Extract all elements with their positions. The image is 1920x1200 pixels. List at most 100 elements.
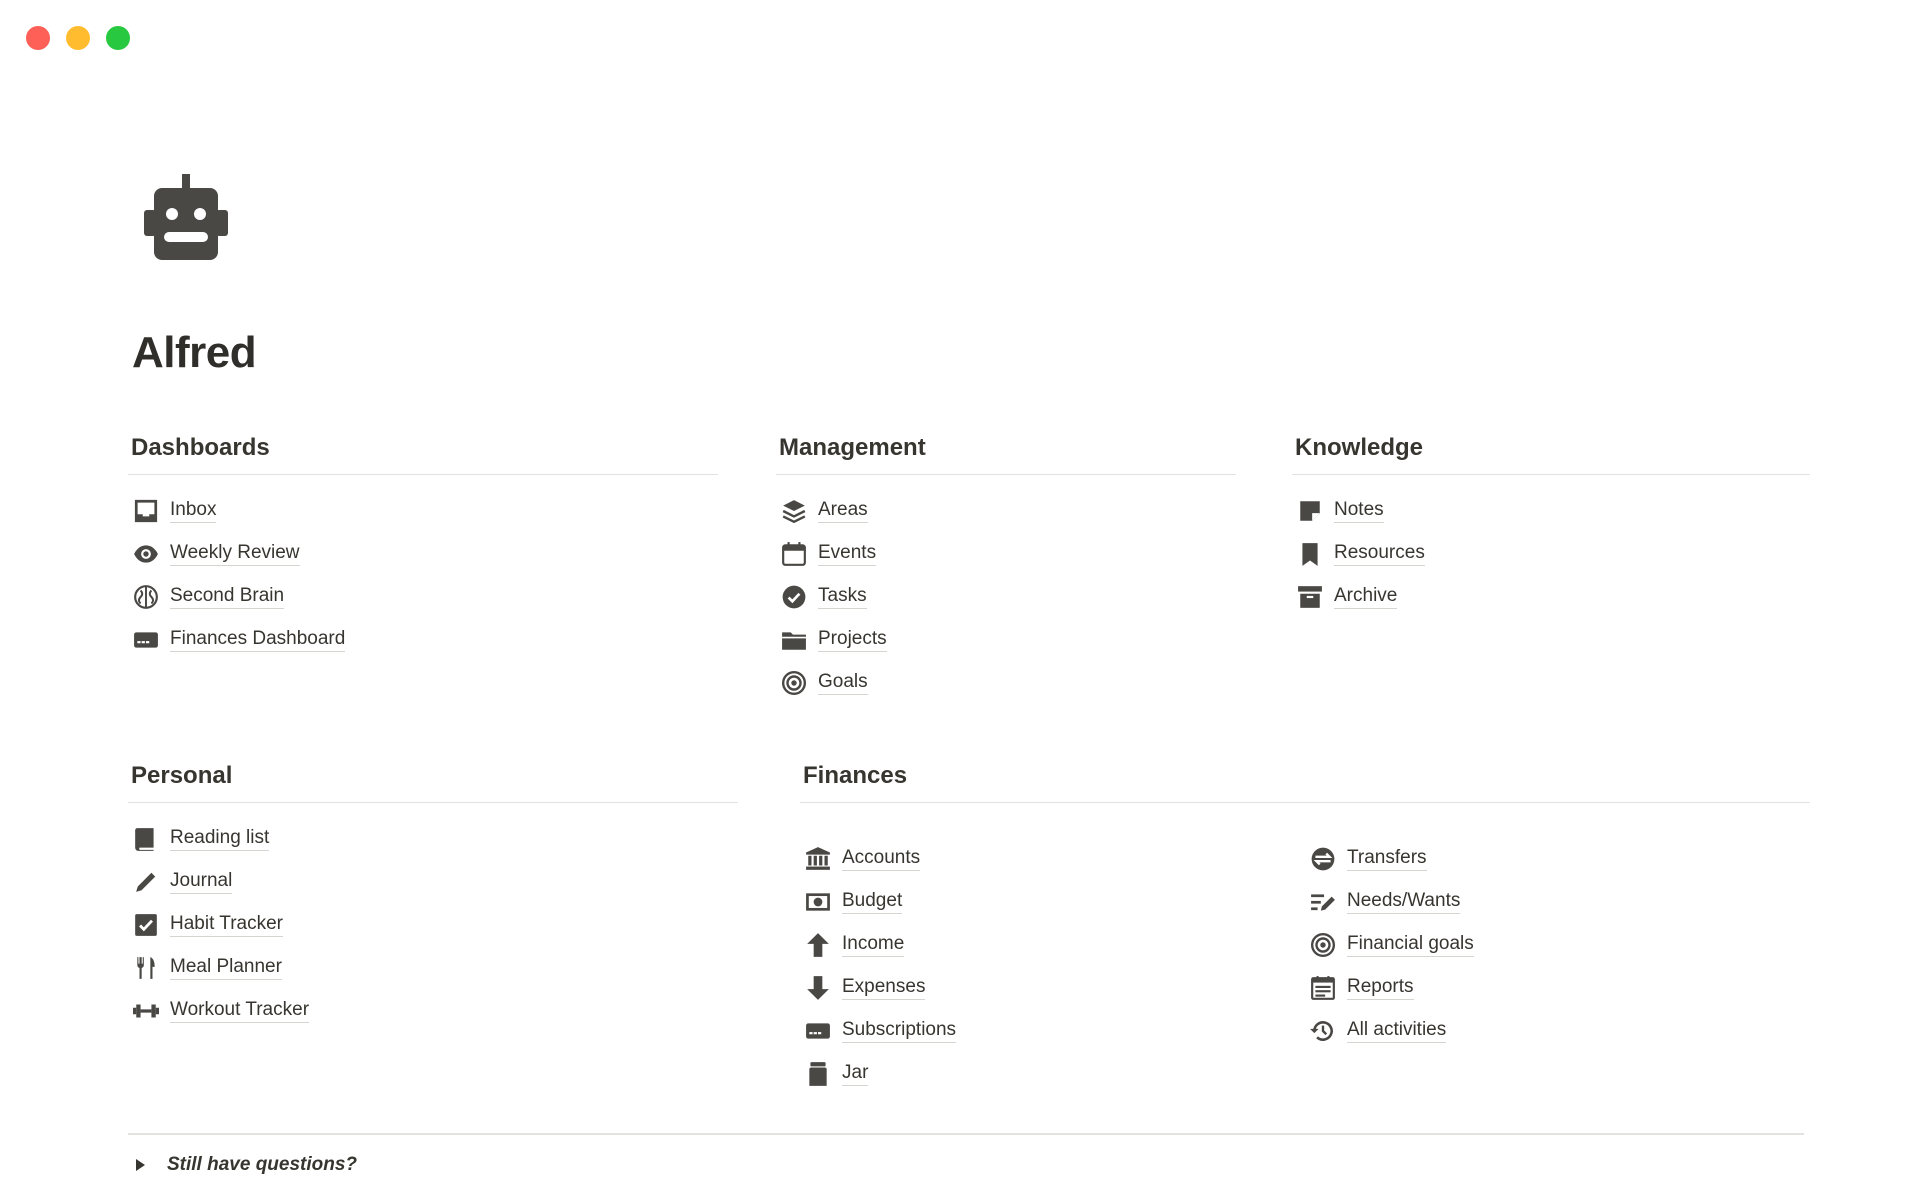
section-heading: Finances — [800, 762, 1810, 803]
link-budget[interactable]: Budget — [804, 880, 1305, 923]
link-label: Budget — [842, 889, 903, 914]
link-label: Transfers — [1347, 846, 1427, 871]
link-goals[interactable]: Goals — [780, 661, 1236, 704]
link-transfers[interactable]: Transfers — [1309, 837, 1810, 880]
archive-icon — [1296, 583, 1324, 611]
link-label: Archive — [1334, 584, 1398, 609]
link-label: Second Brain — [170, 584, 285, 609]
robot-icon[interactable] — [140, 172, 232, 264]
folder-icon — [780, 626, 808, 654]
link-areas[interactable]: Areas — [780, 489, 1236, 532]
target-icon — [1309, 931, 1337, 959]
management-section: Management Areas Events Tasks Projects G… — [776, 434, 1236, 704]
link-habit-tracker[interactable]: Habit Tracker — [132, 903, 738, 946]
link-resources[interactable]: Resources — [1296, 532, 1810, 575]
link-label: Habit Tracker — [170, 912, 283, 937]
link-label: Needs/Wants — [1347, 889, 1461, 914]
calendar-icon — [780, 540, 808, 568]
bank-icon — [804, 845, 832, 873]
section-heading: Management — [776, 434, 1236, 475]
link-label: Workout Tracker — [170, 998, 310, 1023]
link-workout-tracker[interactable]: Workout Tracker — [132, 989, 738, 1032]
link-projects[interactable]: Projects — [780, 618, 1236, 661]
dumbbell-icon — [132, 997, 160, 1025]
link-subscriptions[interactable]: Subscriptions — [804, 1009, 1305, 1052]
minimize-window-button[interactable] — [66, 26, 90, 50]
link-label: Finances Dashboard — [170, 627, 346, 652]
personal-section: Personal Reading list Journal Habit Trac… — [128, 762, 738, 1032]
knowledge-section: Knowledge Notes Resources Archive — [1292, 434, 1810, 618]
link-label: Financial goals — [1347, 932, 1474, 957]
link-label: Reading list — [170, 826, 270, 851]
list-edit-icon — [1309, 888, 1337, 916]
arrow-up-icon — [804, 931, 832, 959]
link-label: All activities — [1347, 1018, 1447, 1043]
link-financial-goals[interactable]: Financial goals — [1309, 923, 1810, 966]
link-jar[interactable]: Jar — [804, 1052, 1305, 1095]
link-label: Reports — [1347, 975, 1414, 1000]
link-label: Journal — [170, 869, 233, 894]
link-accounts[interactable]: Accounts — [804, 837, 1305, 880]
link-second-brain[interactable]: Second Brain — [132, 575, 718, 618]
link-expenses[interactable]: Expenses — [804, 966, 1305, 1009]
link-label: Jar — [842, 1061, 869, 1086]
checkbox-icon — [132, 911, 160, 939]
card-icon — [132, 626, 160, 654]
brain-icon — [132, 583, 160, 611]
close-window-button[interactable] — [26, 26, 50, 50]
link-reports[interactable]: Reports — [1309, 966, 1810, 1009]
link-events[interactable]: Events — [780, 532, 1236, 575]
link-label: Accounts — [842, 846, 921, 871]
link-needs-wants[interactable]: Needs/Wants — [1309, 880, 1810, 923]
target-icon — [780, 669, 808, 697]
still-have-questions-toggle[interactable]: Still have questions? — [136, 1154, 357, 1176]
link-label: Inbox — [170, 498, 217, 523]
link-inbox[interactable]: Inbox — [132, 489, 718, 532]
footer-divider — [128, 1133, 1804, 1135]
bookmark-icon — [1296, 540, 1324, 568]
link-reading-list[interactable]: Reading list — [132, 817, 738, 860]
finances-left-column: Accounts Budget Income Expenses Subscrip… — [800, 823, 1305, 1095]
link-all-activities[interactable]: All activities — [1309, 1009, 1810, 1052]
history-icon — [1309, 1017, 1337, 1045]
link-label: Goals — [818, 670, 868, 695]
arrow-down-icon — [804, 974, 832, 1002]
link-notes[interactable]: Notes — [1296, 489, 1810, 532]
link-label: Resources — [1334, 541, 1425, 566]
dashboards-section: Dashboards Inbox Weekly Review Second Br… — [128, 434, 718, 661]
link-income[interactable]: Income — [804, 923, 1305, 966]
link-finances-dashboard[interactable]: Finances Dashboard — [132, 618, 718, 661]
money-icon — [804, 888, 832, 916]
utensils-icon — [132, 954, 160, 982]
link-label: Expenses — [842, 975, 926, 1000]
inbox-icon — [132, 497, 160, 525]
book-icon — [132, 825, 160, 853]
section-heading: Knowledge — [1292, 434, 1810, 475]
card-icon — [804, 1017, 832, 1045]
maximize-window-button[interactable] — [106, 26, 130, 50]
finances-right-column: Transfers Needs/Wants Financial goals Re… — [1305, 823, 1810, 1095]
link-label: Areas — [818, 498, 868, 523]
link-meal-planner[interactable]: Meal Planner — [132, 946, 738, 989]
eye-icon — [132, 540, 160, 568]
link-tasks[interactable]: Tasks — [780, 575, 1236, 618]
transfer-icon — [1309, 845, 1337, 873]
link-label: Income — [842, 932, 905, 957]
pencil-icon — [132, 868, 160, 896]
section-heading: Personal — [128, 762, 738, 803]
link-label: Tasks — [818, 584, 867, 609]
link-archive[interactable]: Archive — [1296, 575, 1810, 618]
note-icon — [1296, 497, 1324, 525]
layers-icon — [780, 497, 808, 525]
link-journal[interactable]: Journal — [132, 860, 738, 903]
toggle-triangle-icon[interactable] — [136, 1159, 145, 1171]
section-heading: Dashboards — [128, 434, 718, 475]
link-weekly-review[interactable]: Weekly Review — [132, 532, 718, 575]
link-label: Subscriptions — [842, 1018, 957, 1043]
link-label: Projects — [818, 627, 887, 652]
link-label: Notes — [1334, 498, 1384, 523]
jar-icon — [804, 1060, 832, 1088]
report-icon — [1309, 974, 1337, 1002]
window-controls — [26, 26, 130, 50]
check-circle-icon — [780, 583, 808, 611]
